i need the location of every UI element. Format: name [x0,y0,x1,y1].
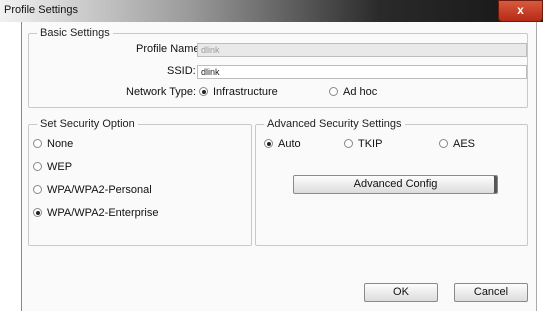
advanced-auto-label: Auto [278,138,301,150]
security-none-radio[interactable]: None [33,138,73,150]
radio-unselected-icon [344,139,353,148]
network-type-label: Network Type: [126,86,197,98]
radio-selected-icon [33,208,42,217]
profile-settings-dialog: Basic Settings Profile Name: dlink SSID:… [21,22,537,311]
adhoc-label: Ad hoc [343,86,378,98]
radio-selected-icon [264,139,273,148]
network-type-adhoc-radio[interactable]: Ad hoc [329,86,377,98]
security-wpa-enterprise-label: WPA/WPA2-Enterprise [47,207,159,219]
advanced-auto-radio[interactable]: Auto [264,138,301,150]
network-type-infrastructure-radio[interactable]: Infrastructure [199,86,278,98]
security-wpa-enterprise-radio[interactable]: WPA/WPA2-Enterprise [33,207,158,219]
advanced-security-group: Advanced Security Settings Auto TKIP AES… [255,118,528,246]
radio-unselected-icon [329,87,338,96]
security-option-group: Set Security Option None WEP WPA/WPA2-Pe… [28,118,252,246]
ok-button[interactable]: OK [364,283,438,302]
advanced-aes-radio[interactable]: AES [439,138,475,150]
ssid-label: SSID: [167,65,196,77]
advanced-aes-label: AES [453,138,476,150]
security-wpa-personal-radio[interactable]: WPA/WPA2-Personal [33,184,152,196]
radio-unselected-icon [33,139,42,148]
security-wep-label: WEP [47,161,73,173]
advanced-config-button[interactable]: Advanced Config [293,175,498,194]
basic-settings-legend: Basic Settings [37,27,113,39]
ssid-field[interactable]: dlink [197,65,527,79]
advanced-tkip-label: TKIP [358,138,383,150]
radio-unselected-icon [439,139,448,148]
security-none-label: None [47,138,74,150]
profile-name-field[interactable]: dlink [197,43,527,57]
security-wpa-personal-label: WPA/WPA2-Personal [47,184,152,196]
close-icon: x [517,3,524,17]
security-wep-radio[interactable]: WEP [33,161,72,173]
window-title: Profile Settings [4,4,78,16]
radio-unselected-icon [33,185,42,194]
cancel-button[interactable]: Cancel [454,283,528,302]
profile-name-label: Profile Name: [136,43,203,55]
basic-settings-group: Basic Settings Profile Name: dlink SSID:… [28,27,528,108]
close-button[interactable]: x [498,0,543,22]
advanced-security-legend: Advanced Security Settings [264,118,405,130]
infrastructure-label: Infrastructure [213,86,278,98]
title-bar: Profile Settings x [0,0,543,22]
security-option-legend: Set Security Option [37,118,138,130]
radio-selected-icon [199,87,208,96]
radio-unselected-icon [33,162,42,171]
advanced-tkip-radio[interactable]: TKIP [344,138,382,150]
